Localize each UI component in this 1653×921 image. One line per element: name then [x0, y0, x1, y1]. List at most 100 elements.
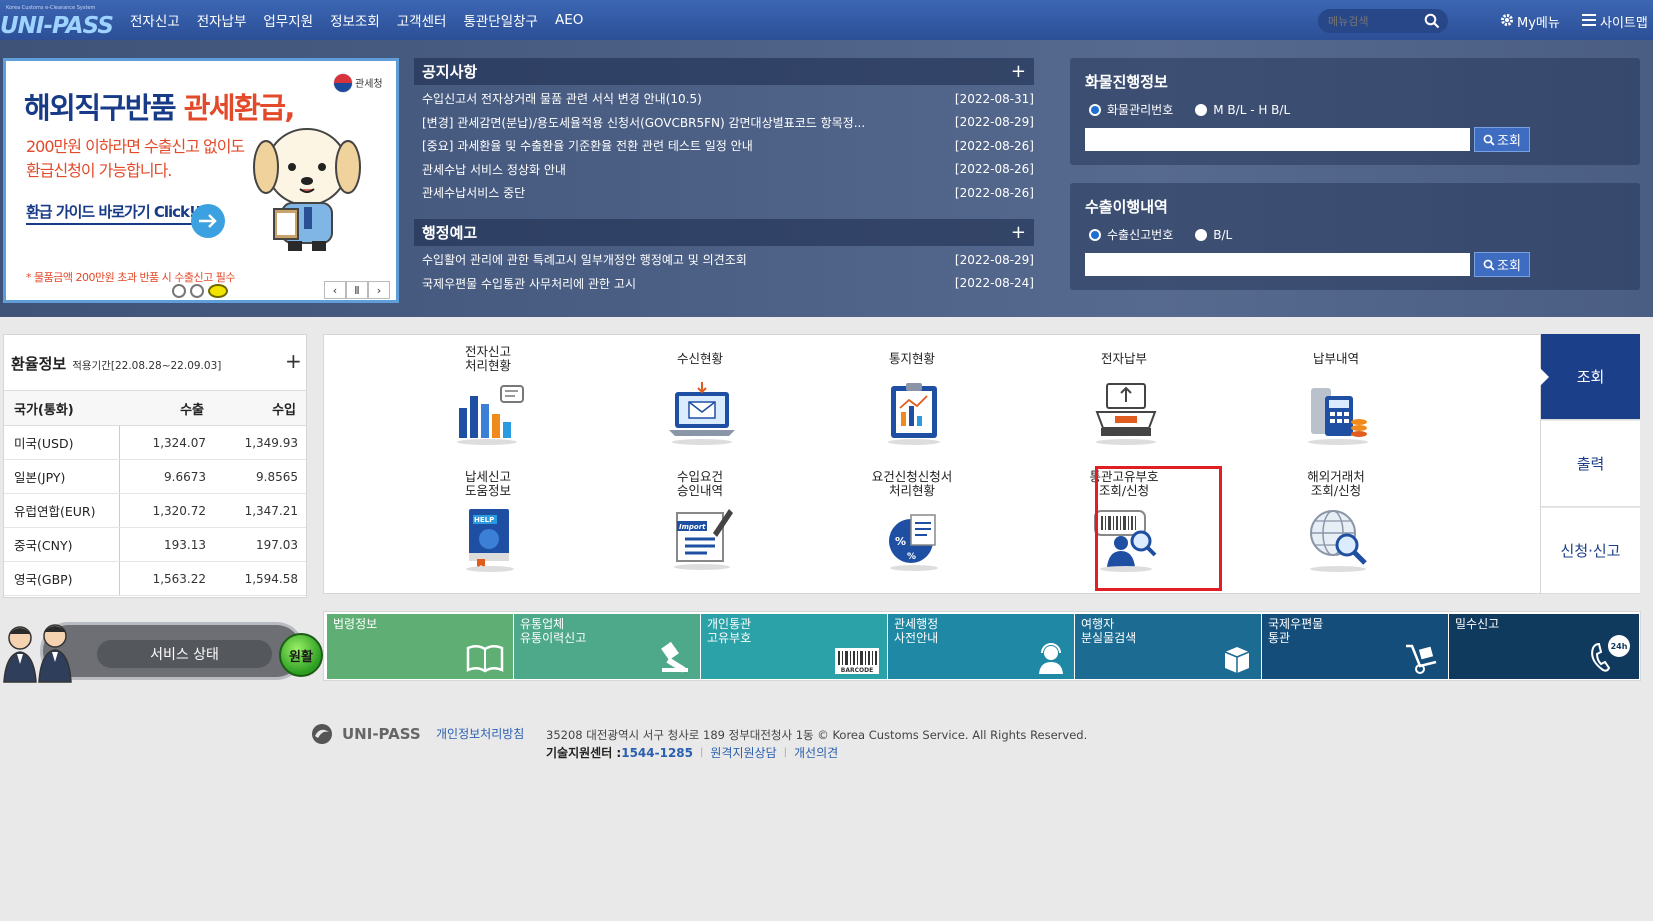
logo-text: UNI-PASS: [0, 13, 114, 39]
quicklink-traveler-lost-items[interactable]: 여행자 분실물검색: [1075, 614, 1261, 679]
slide-dot-2[interactable]: [190, 284, 204, 298]
main-menu: 전자신고 전자납부 업무지원 정보조회 고객센터 통관단일창구 AEO: [130, 0, 600, 40]
radio-export-number-label: 수출신고번호: [1107, 228, 1174, 242]
menu-item-business-support[interactable]: 업무지원: [263, 10, 313, 30]
arrow-right-icon[interactable]: [191, 204, 225, 238]
admin-notice-board: 행정예고 + 수입활어 관리에 관한 특례고시 일부개정안 행정예고 및 의견조…: [414, 219, 1034, 295]
slide-dot-3-active[interactable]: [208, 284, 228, 298]
menu-search-input[interactable]: [1328, 12, 1418, 30]
tab-application[interactable]: 신청·신고: [1541, 508, 1640, 594]
menu-item-information-inquiry[interactable]: 정보조회: [330, 10, 380, 30]
table-row: 일본(JPY) 9.6673 9.8565: [4, 459, 306, 494]
support-agent-icon: [1039, 643, 1063, 674]
service-grid: 전자신고 처리현황 수신현황 통지현황 전자납부 납부내역 납세신고 도움정보 …: [323, 334, 1541, 594]
admin-notice-item[interactable]: 국제우편물 수입통관 사무처리에 관한 고시 [2022-08-24]: [414, 272, 1034, 296]
exchange-rate-more-button[interactable]: +: [285, 349, 302, 373]
svg-text:Import: Import: [679, 523, 706, 531]
menu-item-single-window[interactable]: 통관단일창구: [463, 10, 538, 30]
radio-export-number[interactable]: [1089, 228, 1101, 241]
promo-banner[interactable]: 해외직구반품 관세환급, 200만원 이하라면 수출신고 없이도 환급신청이 가…: [3, 58, 399, 303]
service-e-declaration-status[interactable]: 전자신고 처리현황: [408, 335, 568, 460]
table-header-row: 국가(통화) 수출 수입: [4, 390, 306, 426]
payment-terminal-icon: [1095, 383, 1157, 445]
service-electronic-payment[interactable]: 전자납부: [1044, 335, 1204, 460]
service-payment-history[interactable]: 납부내역: [1256, 335, 1416, 460]
menu-item-electronic-declaration[interactable]: 전자신고: [130, 10, 180, 30]
radio-cargo-number[interactable]: [1089, 103, 1101, 116]
tech-support-phone: 1544-1285: [621, 745, 693, 760]
menu-item-customer-center[interactable]: 고객센터: [397, 10, 447, 30]
service-overseas-partner-inquiry[interactable]: 해외거래처 조회/신청: [1256, 460, 1416, 585]
quicklink-legal-info[interactable]: 법령정보: [327, 614, 513, 679]
tech-support-label: 기술지원센터 :: [546, 746, 622, 760]
privacy-policy-link[interactable]: 개인정보처리방침: [436, 725, 524, 742]
service-notification-status[interactable]: 통지현황: [832, 335, 992, 460]
quicklink-distribution-history[interactable]: 유통업체 유통이력신고: [514, 614, 700, 679]
menu-item-aeo[interactable]: AEO: [555, 12, 583, 28]
slide-dot-1[interactable]: [172, 284, 186, 298]
export-search-options: 수출신고번호 B/L: [1089, 226, 1232, 243]
tab-inquiry[interactable]: 조회: [1541, 334, 1640, 420]
unipass-logo[interactable]: Korea Customs e-Clearance System UNI-PAS…: [0, 5, 114, 39]
my-menu-label: My메뉴: [1517, 16, 1560, 31]
export-search-input[interactable]: [1085, 253, 1470, 276]
notice-item[interactable]: 수입신고서 전자상거래 물품 관련 서식 변경 안내(10.5) [2022-08…: [414, 87, 1034, 111]
notice-header: 공지사항 +: [414, 58, 1034, 85]
slide-next-button[interactable]: ›: [368, 281, 390, 299]
radio-mbl-hbl[interactable]: [1195, 103, 1208, 116]
search-icon[interactable]: [1424, 13, 1440, 33]
admin-notice-item[interactable]: 수입활어 관리에 관한 특례고시 일부개정안 행정예고 및 의견조회 [2022-…: [414, 248, 1034, 272]
svg-text:BARCODE: BARCODE: [841, 667, 873, 674]
svg-text:%: %: [907, 552, 916, 562]
menu-item-electronic-payment[interactable]: 전자납부: [197, 10, 247, 30]
column-header-import: 수입: [214, 390, 306, 426]
service-reception-status[interactable]: 수신현황: [620, 335, 780, 460]
export-search-button[interactable]: 조회: [1474, 252, 1530, 277]
exchange-rate-table: 국가(통화) 수출 수입 미국(USD) 1,324.07 1,349.93 일본(…: [4, 390, 306, 596]
admin-notice-header: 행정예고 +: [414, 219, 1034, 246]
service-import-requirement-approval[interactable]: 수입요건 승인내역 Import: [620, 460, 780, 585]
my-menu-button[interactable]: My메뉴: [1500, 12, 1560, 31]
open-book-icon: [466, 645, 504, 673]
table-row: 영국(GBP) 1,563.22 1,594.58: [4, 561, 306, 596]
quicklink-customs-admin-guide[interactable]: 관세행정 사전안내: [888, 614, 1074, 679]
search-icon: [1483, 134, 1495, 146]
column-header-country: 국가(통화): [4, 390, 119, 426]
notice-title: 공지사항: [422, 63, 478, 81]
service-requirement-application-status[interactable]: 요건신청신청서 처리현황 % %: [832, 460, 992, 585]
service-status: 서비스 상태 원활: [0, 618, 323, 683]
sitemap-label: 사이트맵: [1600, 16, 1648, 31]
admin-notice-more-button[interactable]: +: [1011, 222, 1026, 243]
admin-notice-title: 행정예고: [422, 224, 478, 242]
sitemap-button[interactable]: 사이트맵: [1582, 12, 1648, 31]
cargo-search-button[interactable]: 조회: [1474, 127, 1530, 152]
report-document-icon: [888, 383, 940, 445]
slide-pause-button[interactable]: Ⅱ: [346, 281, 368, 299]
tab-print[interactable]: 출력: [1541, 421, 1640, 507]
notice-item[interactable]: [중요] 과세환율 및 수출환율 기준환율 전환 관련 테스트 일정 안내 [20…: [414, 134, 1034, 158]
export-panel-title: 수출이행내역: [1085, 198, 1168, 216]
radio-bl[interactable]: [1195, 228, 1208, 241]
slide-indicators: [172, 284, 228, 298]
quicklink-smuggling-report[interactable]: 밀수신고 24h: [1449, 614, 1639, 679]
service-tax-declaration-help[interactable]: 납세신고 도움정보 HELP: [408, 460, 568, 585]
notice-more-button[interactable]: +: [1011, 61, 1026, 82]
quicklink-international-mail[interactable]: 국제우편물 통관: [1262, 614, 1448, 679]
dog-mascot-image: [252, 117, 362, 256]
slide-prev-button[interactable]: ‹: [324, 281, 346, 299]
notice-item[interactable]: [변경] 관세감면(분납)/용도세율적용 신청서(GOVCBR5FN) 감면대상…: [414, 111, 1034, 135]
service-tabs: 조회 출력 신청·신고: [1540, 334, 1640, 594]
banner-guide-link[interactable]: 환급 가이드 바로가기 Click!!: [26, 201, 202, 222]
footer: UNI-PASS 개인정보처리방침 35208 대전광역시 서구 청사로 189…: [310, 720, 1410, 760]
feedback-link[interactable]: 개선의견: [794, 744, 838, 761]
notice-item[interactable]: 관세수납서비스 중단 [2022-08-26]: [414, 181, 1034, 205]
cargo-search-input[interactable]: [1085, 128, 1470, 151]
remote-support-link[interactable]: 원격지원상담: [710, 744, 776, 761]
notice-item[interactable]: 관세수납 서비스 정상화 안내 [2022-08-26]: [414, 158, 1034, 182]
stamp-icon: [661, 641, 688, 673]
percent-document-icon: % %: [889, 514, 938, 571]
quicklink-personal-customs-code[interactable]: 개인통관 고유부호 BARCODE: [701, 614, 887, 679]
exchange-rate-title: 환율정보: [11, 355, 67, 373]
cargo-progress-panel: 화물진행정보 화물관리번호 M B/L - H B/L 조회: [1070, 58, 1640, 165]
exchange-rate-box: 환율정보 적용기간[22.08.28~22.09.03] + 국가(통화) 수출…: [3, 334, 307, 598]
